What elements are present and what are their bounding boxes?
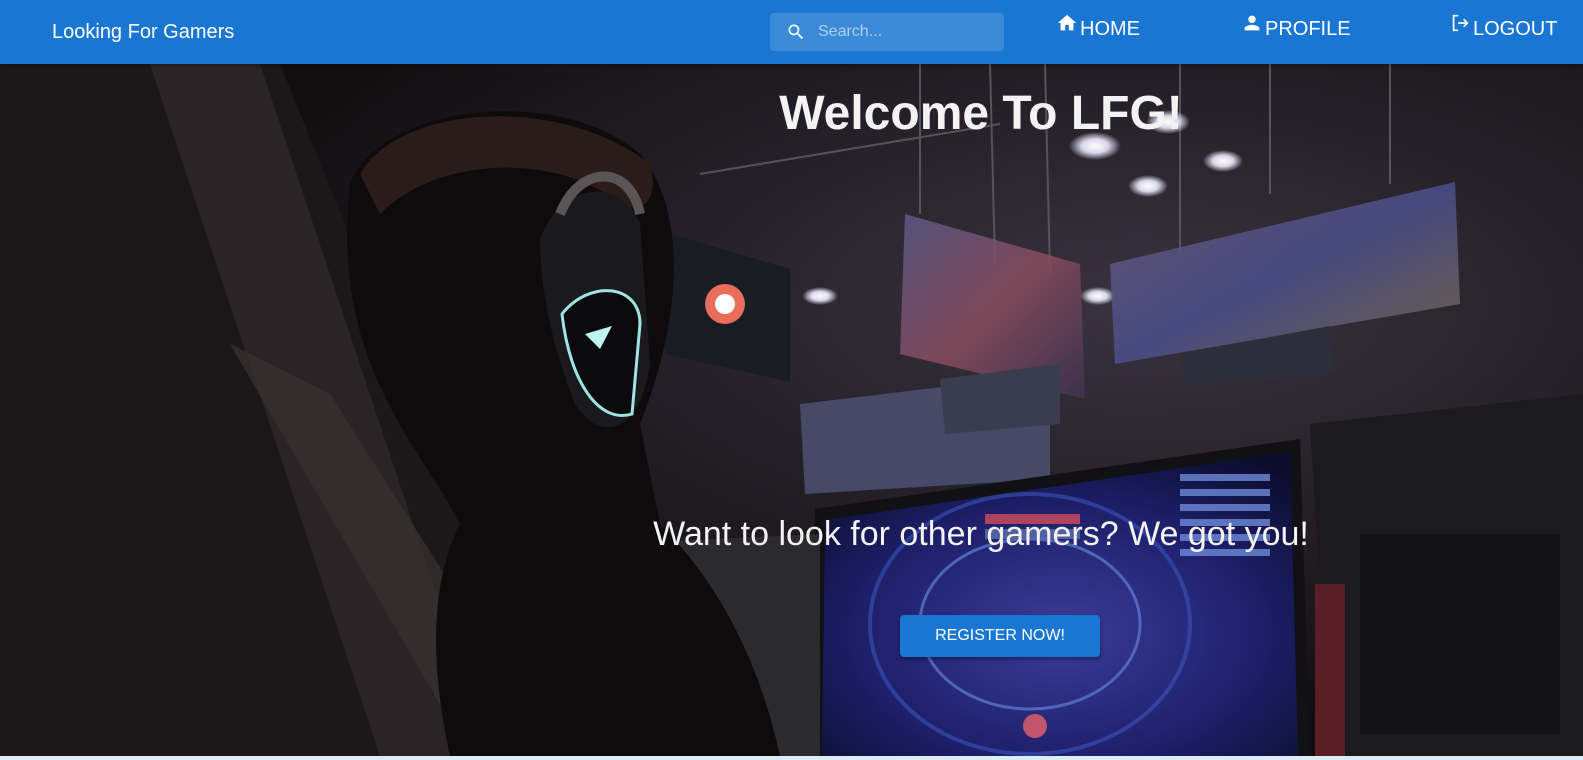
brand-title[interactable]: Looking For Gamers bbox=[52, 20, 234, 44]
app-bar: Looking For Gamers HOME PROFILE LOGOUT bbox=[0, 0, 1583, 64]
register-now-button[interactable]: REGISTER NOW! bbox=[900, 615, 1100, 657]
nav-logout-label: LOGOUT bbox=[1473, 18, 1558, 40]
nav-profile-label: PROFILE bbox=[1265, 18, 1351, 40]
page-bottom-strip bbox=[0, 756, 1583, 760]
search-box[interactable] bbox=[770, 13, 1004, 51]
home-icon bbox=[1057, 14, 1077, 31]
logout-icon bbox=[1452, 14, 1469, 32]
nav-logout-button[interactable]: LOGOUT bbox=[1449, 14, 1557, 44]
nav-home-button[interactable]: HOME bbox=[1056, 14, 1140, 44]
hero-section: Welcome To LFG! Want to look for other g… bbox=[0, 64, 1583, 756]
hero-background-image bbox=[0, 64, 1583, 756]
page-title: Welcome To LFG! bbox=[779, 87, 1183, 141]
nav-profile-button[interactable]: PROFILE bbox=[1241, 14, 1351, 44]
search-input[interactable] bbox=[818, 13, 996, 51]
person-icon bbox=[1244, 15, 1260, 31]
hero-subtitle: Want to look for other gamers? We got yo… bbox=[653, 515, 1309, 553]
search-icon bbox=[788, 24, 804, 40]
nav-home-label: HOME bbox=[1080, 18, 1140, 40]
